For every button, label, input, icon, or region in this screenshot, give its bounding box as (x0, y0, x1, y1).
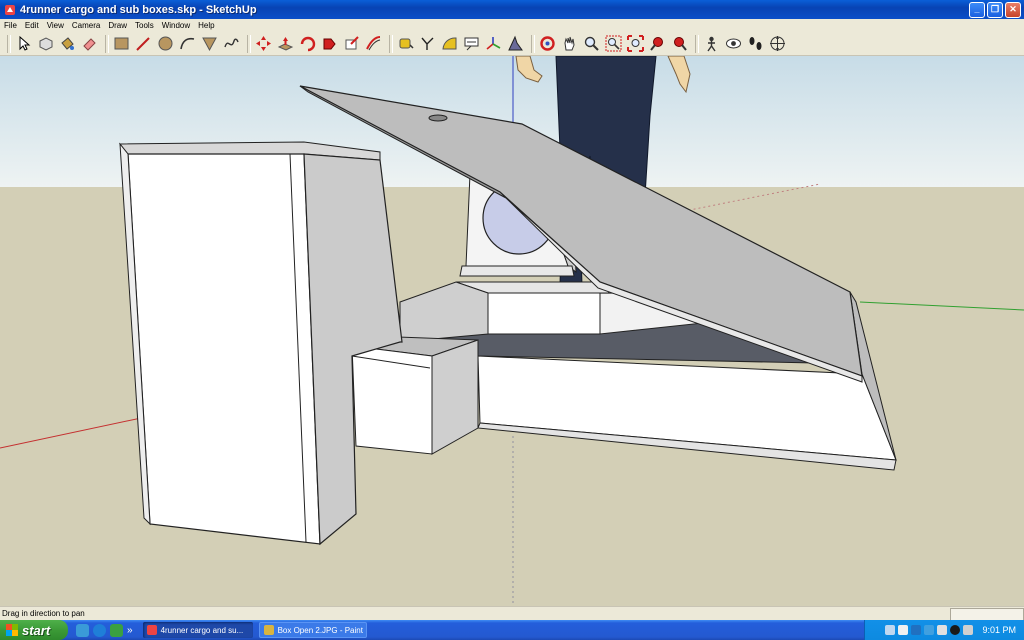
menu-help[interactable]: Help (194, 21, 218, 30)
circle-icon[interactable] (156, 34, 175, 53)
paint-task-icon (263, 625, 274, 635)
offset-icon[interactable] (364, 34, 383, 53)
move-icon[interactable] (254, 34, 273, 53)
toolbar-separator (247, 34, 251, 53)
lid-hole (428, 114, 448, 122)
taskbar: start » 4runner cargo and su... Box Open… (0, 620, 1024, 640)
toolbar-separator (695, 34, 699, 53)
text-icon[interactable] (462, 34, 481, 53)
main-toolbar (0, 32, 1024, 56)
toolbar-grip (7, 34, 11, 53)
paint-bucket-icon[interactable] (58, 34, 77, 53)
media-quicklaunch-icon[interactable] (110, 623, 123, 637)
quicklaunch-overflow-icon[interactable]: » (127, 625, 133, 636)
title-bar: 4runner cargo and sub boxes.skp - Sketch… (0, 0, 1024, 19)
start-label: start (22, 622, 51, 638)
ie-quicklaunch-icon[interactable] (76, 623, 89, 637)
small-box (351, 336, 479, 455)
sketchup-app-icon (5, 4, 15, 15)
network-tray-icon[interactable] (924, 625, 935, 635)
select-icon[interactable] (14, 34, 33, 53)
position-camera-icon[interactable] (702, 34, 721, 53)
scale-icon[interactable] (342, 34, 361, 53)
model-scene[interactable] (0, 56, 1024, 606)
protractor-icon[interactable] (440, 34, 459, 53)
polygon-icon[interactable] (200, 34, 219, 53)
start-button[interactable]: start (0, 620, 68, 640)
minimize-button[interactable]: _ (969, 2, 985, 18)
taskbar-item-sketchup[interactable]: 4runner cargo and su... (142, 622, 253, 638)
eraser-icon[interactable] (80, 34, 99, 53)
taskbar-item-paint[interactable]: Box Open 2.JPG - Paint (258, 622, 367, 638)
window-title: 4runner cargo and sub boxes.skp - Sketch… (20, 3, 257, 16)
menu-tools[interactable]: Tools (131, 21, 158, 30)
status-message: Drag in direction to pan (2, 609, 85, 618)
maximize-button[interactable]: ❐ (987, 2, 1003, 18)
zoom-icon[interactable] (582, 34, 601, 53)
section-plane-icon[interactable] (768, 34, 787, 53)
previous-view-icon[interactable] (648, 34, 667, 53)
freehand-icon[interactable] (222, 34, 241, 53)
close-button[interactable]: ✕ (1005, 2, 1021, 18)
quick-launch: » (76, 623, 133, 637)
look-around-icon[interactable] (724, 34, 743, 53)
walk-icon[interactable] (746, 34, 765, 53)
arc-icon[interactable] (178, 34, 197, 53)
tape-measure-icon[interactable] (396, 34, 415, 53)
windows-logo-icon (6, 624, 18, 636)
toolbar-separator (105, 34, 109, 53)
task-label: Box Open 2.JPG - Paint (277, 625, 363, 635)
make-component-icon[interactable] (36, 34, 55, 53)
menu-file[interactable]: File (0, 21, 21, 30)
tray-icon[interactable] (898, 625, 909, 635)
zoom-window-icon[interactable] (604, 34, 623, 53)
help-tray-icon[interactable] (911, 625, 922, 635)
taskbar-clock: 9:01 PM (982, 625, 1016, 635)
tray-icon[interactable] (885, 625, 896, 635)
task-label: 4runner cargo and su... (160, 625, 244, 635)
3d-text-icon[interactable] (506, 34, 525, 53)
dimension-icon[interactable] (418, 34, 437, 53)
toolbar-separator (531, 34, 535, 53)
line-icon[interactable] (134, 34, 153, 53)
toolbar-separator (389, 34, 393, 53)
push-pull-icon[interactable] (276, 34, 295, 53)
sketchup-task-icon (146, 625, 157, 635)
menu-edit[interactable]: Edit (21, 21, 43, 30)
follow-me-icon[interactable] (320, 34, 339, 53)
tray-icon[interactable] (950, 625, 961, 635)
system-tray: 9:01 PM (864, 620, 1024, 640)
browser-quicklaunch-icon[interactable] (93, 623, 106, 637)
orbit-icon[interactable] (538, 34, 557, 53)
display-tray-icon[interactable] (963, 625, 974, 635)
next-view-icon[interactable] (670, 34, 689, 53)
rotate-icon[interactable] (298, 34, 317, 53)
menu-view[interactable]: View (43, 21, 68, 30)
model-viewport[interactable] (0, 56, 1024, 606)
volume-tray-icon[interactable] (937, 625, 948, 635)
menu-window[interactable]: Window (158, 21, 194, 30)
pan-icon[interactable] (560, 34, 579, 53)
menu-bar: File Edit View Camera Draw Tools Window … (0, 19, 1024, 32)
menu-camera[interactable]: Camera (68, 21, 104, 30)
zoom-extents-icon[interactable] (626, 34, 645, 53)
axes-icon[interactable] (484, 34, 503, 53)
menu-draw[interactable]: Draw (104, 21, 131, 30)
status-bar: Drag in direction to pan (0, 606, 1024, 621)
rectangle-icon[interactable] (112, 34, 131, 53)
